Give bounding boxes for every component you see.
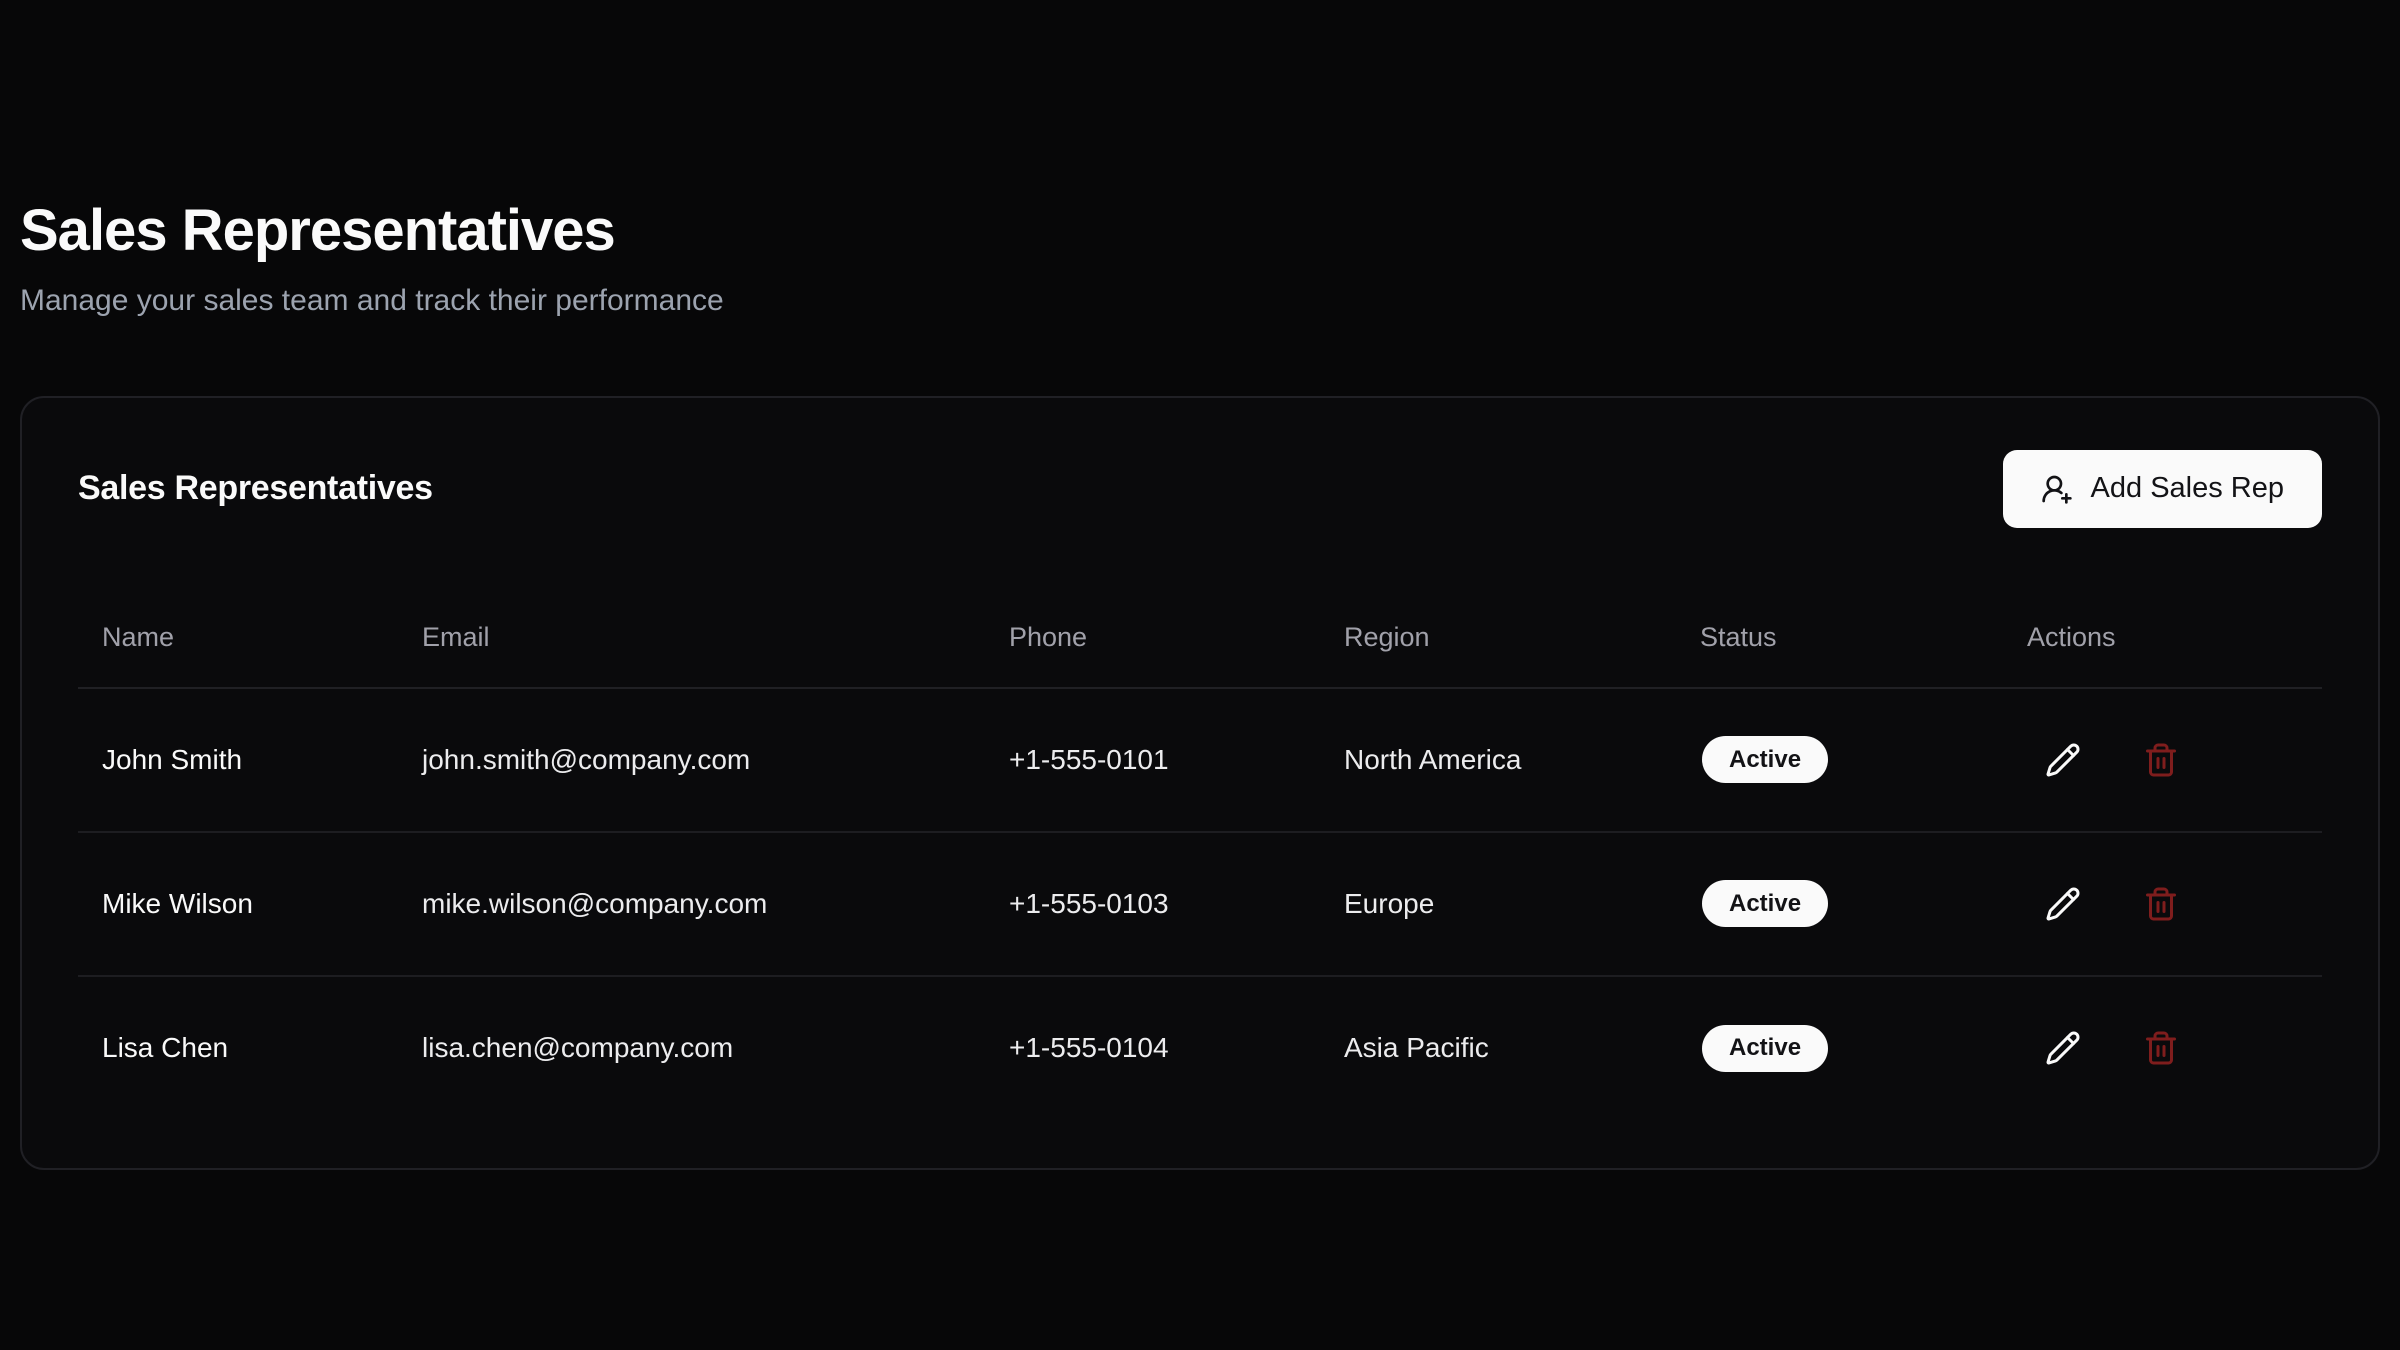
edit-button[interactable]	[2027, 724, 2099, 796]
table-header-row: Name Email Phone Region Status Actions	[78, 528, 2322, 688]
trash-icon	[2143, 886, 2179, 922]
cell-name: John Smith	[78, 688, 398, 832]
cell-region: Europe	[1320, 832, 1676, 976]
table-row: Lisa Chen lisa.chen@company.com +1-555-0…	[78, 976, 2322, 1120]
pencil-icon	[2045, 742, 2081, 778]
cell-region: North America	[1320, 688, 1676, 832]
page-title: Sales Representatives	[20, 0, 2380, 265]
cell-actions	[2003, 832, 2322, 976]
column-header-actions: Actions	[2003, 528, 2322, 688]
cell-status: Active	[1676, 688, 2003, 832]
cell-region: Asia Pacific	[1320, 976, 1676, 1120]
add-sales-rep-label: Add Sales Rep	[2091, 472, 2284, 505]
edit-button[interactable]	[2027, 1012, 2099, 1084]
cell-phone: +1-555-0103	[985, 832, 1320, 976]
column-header-status: Status	[1676, 528, 2003, 688]
cell-email: john.smith@company.com	[398, 688, 985, 832]
cell-email: mike.wilson@company.com	[398, 832, 985, 976]
pencil-icon	[2045, 1030, 2081, 1066]
cell-actions	[2003, 976, 2322, 1120]
column-header-region: Region	[1320, 528, 1676, 688]
cell-email: lisa.chen@company.com	[398, 976, 985, 1120]
delete-button[interactable]	[2125, 1012, 2197, 1084]
pencil-icon	[2045, 886, 2081, 922]
card-header: Sales Representatives Add Sales Rep	[78, 450, 2322, 528]
card-title: Sales Representatives	[78, 469, 433, 508]
cell-name: Lisa Chen	[78, 976, 398, 1120]
add-sales-rep-button[interactable]: Add Sales Rep	[2003, 450, 2322, 528]
table-row: John Smith john.smith@company.com +1-555…	[78, 688, 2322, 832]
page-subtitle: Manage your sales team and track their p…	[20, 281, 2380, 320]
column-header-phone: Phone	[985, 528, 1320, 688]
column-header-email: Email	[398, 528, 985, 688]
status-badge: Active	[1702, 736, 1828, 783]
sales-reps-table: Name Email Phone Region Status Actions J…	[78, 528, 2322, 1120]
cell-status: Active	[1676, 832, 2003, 976]
cell-actions	[2003, 688, 2322, 832]
trash-icon	[2143, 1030, 2179, 1066]
table-row: Mike Wilson mike.wilson@company.com +1-5…	[78, 832, 2322, 976]
delete-button[interactable]	[2125, 868, 2197, 940]
column-header-name: Name	[78, 528, 398, 688]
cell-name: Mike Wilson	[78, 832, 398, 976]
status-badge: Active	[1702, 1025, 1828, 1072]
cell-status: Active	[1676, 976, 2003, 1120]
cell-phone: +1-555-0101	[985, 688, 1320, 832]
status-badge: Active	[1702, 880, 1828, 927]
cell-phone: +1-555-0104	[985, 976, 1320, 1120]
edit-button[interactable]	[2027, 868, 2099, 940]
delete-button[interactable]	[2125, 724, 2197, 796]
page: Sales Representatives Manage your sales …	[0, 0, 2400, 1350]
trash-icon	[2143, 742, 2179, 778]
user-plus-icon	[2041, 473, 2073, 505]
sales-reps-card: Sales Representatives Add Sales Rep Name…	[20, 396, 2380, 1170]
